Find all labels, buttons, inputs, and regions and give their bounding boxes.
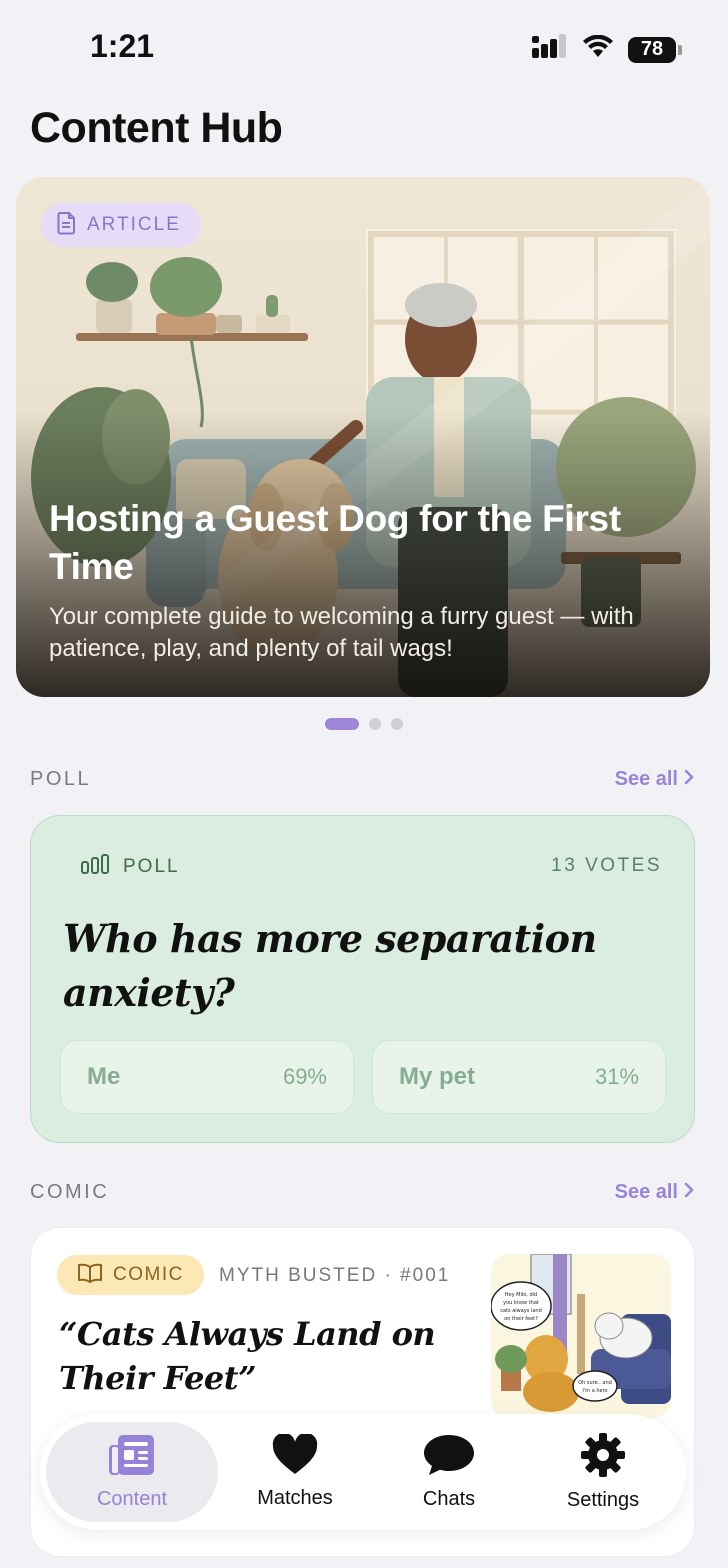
- heart-icon: [272, 1432, 318, 1481]
- poll-card[interactable]: POLL 13 VOTES Who has more separation an…: [30, 815, 695, 1143]
- poll-badge-label: POLL: [123, 855, 180, 877]
- poll-question: Who has more separation anxiety?: [63, 916, 597, 1015]
- svg-text:you know that: you know that: [503, 1300, 539, 1306]
- document-icon: [57, 211, 77, 240]
- cellular-signal-icon: [532, 34, 568, 65]
- featured-article-card[interactable]: ARTICLE Hosting a Guest Dog for the Firs…: [16, 177, 710, 697]
- page-dot[interactable]: [369, 718, 381, 730]
- tab-label: Chats: [422, 1488, 476, 1510]
- page-title: Content Hub: [30, 104, 283, 152]
- svg-text:on their feet?: on their feet?: [504, 1316, 538, 1322]
- tab-content[interactable]: Content: [46, 1422, 218, 1522]
- comic-thumbnail: Hey Milo, did you know that cats always …: [491, 1254, 671, 1418]
- tab-chats[interactable]: Chats: [372, 1422, 526, 1522]
- svg-text:cats always land: cats always land: [500, 1308, 542, 1314]
- comic-badge: COMIC: [57, 1255, 204, 1295]
- chat-bubble-icon: [423, 1433, 475, 1482]
- poll-badge: POLL: [81, 854, 180, 879]
- comic-title: “Cats Always Land on Their Feet”: [59, 1315, 436, 1397]
- poll-option-my-pet[interactable]: My pet 31%: [372, 1040, 666, 1114]
- see-all-label: See all: [614, 1181, 678, 1203]
- chevron-right-icon: [684, 768, 694, 791]
- comic-badge-label: COMIC: [113, 1264, 184, 1285]
- comic-illustration: Hey Milo, did you know that cats always …: [491, 1254, 671, 1418]
- poll-option-label: Me: [87, 1063, 121, 1090]
- carousel-page-indicator[interactable]: [0, 718, 728, 730]
- tab-label: Settings: [566, 1489, 640, 1511]
- article-title: Hosting a Guest Dog for the First Time: [49, 498, 621, 587]
- status-bar: 1:21 78: [0, 0, 728, 96]
- svg-text:Hey Milo, did: Hey Milo, did: [505, 1292, 537, 1298]
- bar-chart-icon: [81, 854, 109, 879]
- poll-section-label: POLL: [30, 768, 92, 790]
- newspaper-icon: [108, 1433, 156, 1482]
- comic-see-all-link[interactable]: See all: [615, 1181, 694, 1204]
- see-all-label: See all: [614, 768, 678, 790]
- page-dot[interactable]: [391, 718, 403, 730]
- status-time: 1:21: [90, 28, 155, 64]
- gear-icon: [580, 1432, 626, 1483]
- svg-text:I'm a hero: I'm a hero: [582, 1388, 607, 1394]
- battery-indicator: 78: [628, 36, 682, 63]
- poll-option-percent: 69%: [282, 1064, 327, 1089]
- status-icons: 78: [532, 34, 682, 65]
- tab-matches[interactable]: Matches: [218, 1422, 372, 1522]
- tab-label: Matches: [257, 1487, 333, 1509]
- article-subtitle: Your complete guide to welcoming a furry…: [49, 603, 634, 662]
- poll-option-me[interactable]: Me 69%: [60, 1040, 354, 1114]
- poll-option-percent: 31%: [594, 1064, 639, 1089]
- comic-section-label: COMIC: [30, 1181, 110, 1203]
- poll-vote-count: 13 VOTES: [551, 855, 662, 876]
- open-book-icon: [77, 1263, 103, 1288]
- tab-settings[interactable]: Settings: [526, 1422, 680, 1522]
- article-badge: ARTICLE: [41, 203, 201, 247]
- page-dot-active[interactable]: [325, 718, 359, 730]
- poll-option-label: My pet: [399, 1063, 476, 1090]
- wifi-icon: [582, 34, 614, 64]
- poll-see-all-link[interactable]: See all: [615, 768, 694, 791]
- svg-text:Oh sure.. and: Oh sure.. and: [578, 1380, 612, 1386]
- tab-label: Content: [96, 1488, 168, 1510]
- comic-series-meta: MYTH BUSTED · #001: [219, 1265, 451, 1286]
- chevron-right-icon: [684, 1181, 694, 1204]
- bottom-tab-bar: Content Matches Chats Settings: [40, 1414, 686, 1530]
- article-badge-label: ARTICLE: [87, 214, 181, 235]
